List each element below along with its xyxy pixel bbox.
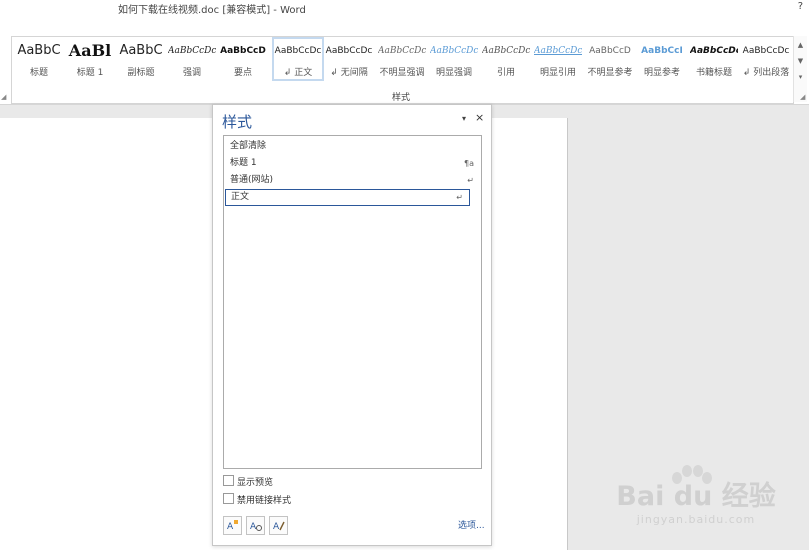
gallery-style-intense-reference[interactable]: AaBbCcI 明显参考 <box>638 39 686 79</box>
show-preview-checkbox[interactable] <box>223 475 234 486</box>
help-icon[interactable]: ? <box>798 1 803 12</box>
gallery-style-list-paragraph[interactable]: AaBbCcDc ↲ 列出段落 <box>742 39 790 79</box>
show-preview-option[interactable]: 显示预览 <box>223 475 273 488</box>
gallery-style-intense-quote[interactable]: AaBbCcDc 明显引用 <box>534 39 582 79</box>
disable-linked-styles-checkbox[interactable] <box>223 493 234 504</box>
paragraph-mark-icon: ↲ <box>330 68 338 78</box>
style-list-item-clear-all[interactable]: 全部清除 <box>225 139 480 154</box>
style-list-item-normal-web[interactable]: 普通(网站) ↵ <box>225 173 480 188</box>
styles-group-label: 样式 <box>392 93 411 103</box>
title-bar: 如何下载在线视频.doc [兼容模式] - Word ? <box>0 0 809 20</box>
gallery-style-subtle-reference[interactable]: AaBbCcD 不明显参考 <box>586 39 634 79</box>
disable-linked-styles-option[interactable]: 禁用链接样式 <box>223 493 291 506</box>
new-style-icon: A <box>227 520 238 532</box>
pane-close-icon[interactable]: × <box>475 111 484 124</box>
styles-dialog-launcher-icon[interactable]: ◢ <box>800 93 805 101</box>
gallery-style-heading1[interactable]: AaBl 标题 1 <box>66 39 114 79</box>
style-inspector-button[interactable]: A <box>246 516 265 535</box>
paw-logo-icon <box>668 464 712 486</box>
gallery-more-icon[interactable]: ▾ <box>795 70 806 84</box>
manage-styles-button[interactable]: A <box>269 516 288 535</box>
style-list: 全部清除 标题 1 ¶a 普通(网站) ↵ 正文 ↵ <box>223 135 482 469</box>
paragraph-mark-icon: ↲ <box>283 68 292 78</box>
baidu-watermark: Bai du 经验 jingyan.baidu.com <box>616 464 776 544</box>
paragraph-style-icon: ↵ <box>456 193 463 202</box>
pane-title: 样式 <box>222 113 253 131</box>
style-list-item-normal[interactable]: 正文 ↵ <box>225 189 470 206</box>
gallery-style-subtle-emphasis[interactable]: AaBbCcDc 不明显强调 <box>378 39 426 79</box>
gallery-style-subtitle[interactable]: AaBbC 副标题 <box>117 39 165 79</box>
manage-styles-icon: A <box>273 521 285 532</box>
scroll-up-icon[interactable]: ▲ <box>795 38 806 52</box>
gallery-style-no-spacing[interactable]: AaBbCcDc ↲ 无间隔 <box>325 39 373 79</box>
scroll-down-icon[interactable]: ▼ <box>795 54 806 68</box>
gallery-style-title[interactable]: AaBbC 标题 <box>15 39 63 79</box>
pane-menu-icon[interactable]: ▾ <box>462 114 466 123</box>
style-list-item-heading1[interactable]: 标题 1 ¶a <box>225 156 480 171</box>
paragraph-style-icon: ↵ <box>467 176 474 185</box>
paragraph-mark-icon: ↲ <box>742 68 751 78</box>
ribbon: AaBbC 标题 AaBl 标题 1 AaBbC 副标题 AaBbCcDc 强调… <box>0 20 809 105</box>
svg-text:A: A <box>227 522 234 532</box>
gallery-style-normal[interactable]: AaBbCcDc ↲ 正文 <box>272 37 324 81</box>
svg-text:A: A <box>250 522 257 532</box>
watermark-url: jingyan.baidu.com <box>636 513 756 526</box>
gallery-style-intense-emphasis[interactable]: AaBbCcDc 明显强调 <box>430 39 478 79</box>
gallery-style-strong[interactable]: AaBbCcD 要点 <box>219 39 267 79</box>
gallery-style-quote[interactable]: AaBbCcDc 引用 <box>482 39 530 79</box>
linked-style-icon: ¶a <box>464 159 474 168</box>
gallery-style-emphasis[interactable]: AaBbCcDc 强调 <box>168 39 216 79</box>
styles-pane: 样式 ▾ × 全部清除 标题 1 ¶a 普通(网站) ↵ 正文 ↵ 显示预览 禁… <box>212 104 492 546</box>
dialog-launcher-icon[interactable]: ◢ <box>1 93 6 101</box>
svg-text:A: A <box>273 522 280 532</box>
gallery-style-book-title[interactable]: AaBbCcDc 书籍标题 <box>690 39 738 79</box>
style-inspector-icon: A <box>250 522 262 532</box>
options-link[interactable]: 选项... <box>458 518 485 531</box>
window-title: 如何下载在线视频.doc [兼容模式] - Word <box>118 5 306 16</box>
new-style-button[interactable]: A <box>223 516 242 535</box>
